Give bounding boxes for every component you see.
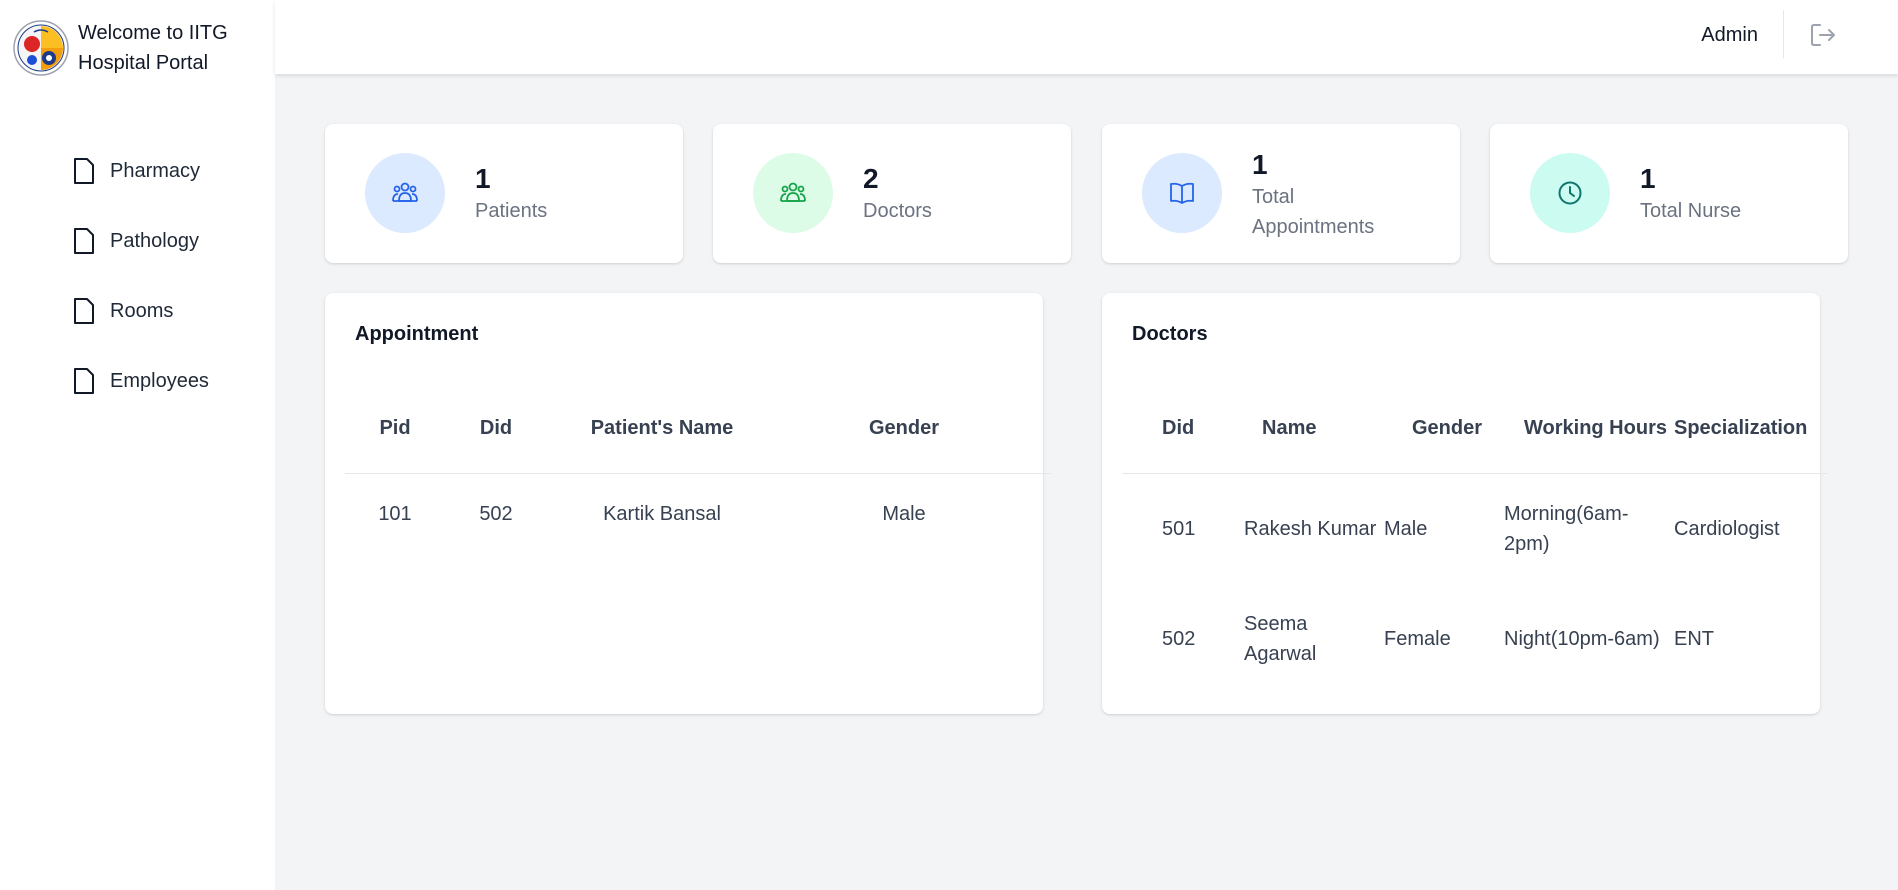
header-divider (1783, 10, 1784, 58)
sidebar-item-employees[interactable]: Employees (72, 346, 209, 416)
column-header-pid[interactable]: Pid (345, 408, 445, 448)
sidebar-item-label: Rooms (110, 299, 174, 322)
column-header-patient-name[interactable]: Patient's Name (547, 408, 777, 448)
stat-card-appointments: 1 Total Appointments (1102, 124, 1460, 263)
stat-value: 1 (1252, 149, 1268, 180)
table-row[interactable]: 502 Seema Agarwal Female Night(10pm-6am)… (1122, 609, 1808, 669)
stat-label: Patients (475, 200, 548, 222)
file-icon (74, 368, 94, 394)
cell-name: Seema Agarwal (1232, 609, 1382, 669)
file-icon (74, 228, 94, 254)
column-header-did[interactable]: Did (445, 408, 547, 448)
stat-label: Doctors (863, 200, 932, 222)
cell-name: Rakesh Kumar (1232, 499, 1382, 559)
stat-icon-circle (365, 153, 445, 233)
column-header-specialization[interactable]: Specialization (1674, 408, 1808, 448)
brand-title-line1: Welcome to IITG (78, 22, 228, 44)
stat-value: 1 (1640, 163, 1656, 194)
stat-text: 1 Total Appointments (1252, 148, 1374, 242)
file-icon (74, 298, 94, 324)
doctors-table-header: Did Name Gender Working Hours Specializa… (1122, 408, 1808, 448)
clock-icon (1558, 181, 1582, 205)
cell-patient-name: Kartik Bansal (603, 503, 721, 525)
cell-did: 502 (1162, 628, 1196, 650)
sidebar-item-label: Employees (110, 369, 209, 392)
brand-title: Welcome to IITG Hospital Portal (78, 18, 228, 78)
column-header-working-hours[interactable]: Working Hours (1504, 408, 1674, 448)
column-header-gender[interactable]: Gender (1382, 408, 1504, 448)
cell-hours-line2: 2pm) (1504, 533, 1550, 555)
stat-icon-circle (753, 153, 833, 233)
user-name[interactable]: Admin (1701, 24, 1758, 47)
cell-specialization: ENT (1674, 628, 1714, 650)
logout-icon[interactable] (1808, 20, 1838, 50)
stat-text: 1 Total Nurse (1640, 162, 1741, 226)
stat-icon-circle (1530, 153, 1610, 233)
panel-title: Doctors (1132, 323, 1208, 345)
sidebar-item-rooms[interactable]: Rooms (72, 276, 209, 346)
users-icon (780, 182, 806, 202)
stat-card-doctors: 2 Doctors (713, 124, 1071, 263)
users-icon (392, 182, 418, 202)
stat-card-patients: 1 Patients (325, 124, 683, 263)
stat-label: Total Nurse (1640, 200, 1742, 222)
cell-hours-line1: Morning(6am- (1504, 503, 1629, 525)
sidebar: Welcome to IITG Hospital Portal Pharmacy… (0, 0, 275, 890)
table-row[interactable]: 101 502 Kartik Bansal Male (345, 499, 1031, 529)
cell-working-hours: Night(10pm-6am) (1504, 609, 1674, 669)
table-row[interactable]: 501 Rakesh Kumar Male Morning(6am- 2pm) … (1122, 499, 1808, 559)
top-bar: Admin (275, 0, 1898, 74)
file-icon (74, 158, 94, 184)
cell-did: 501 (1162, 518, 1196, 540)
cell-pid: 101 (378, 503, 412, 525)
cell-did: 502 (479, 503, 513, 525)
cell-gender: Female (1384, 628, 1451, 650)
cell-name-line1: Rakesh Kumar (1244, 518, 1377, 540)
cell-hours-line1: Night(10pm-6am) (1504, 628, 1660, 650)
brand-title-line2: Hospital Portal (78, 52, 209, 74)
sidebar-item-label: Pharmacy (110, 159, 201, 182)
column-header-gender[interactable]: Gender (777, 408, 1031, 448)
stat-value: 2 (863, 163, 879, 194)
cell-gender: Male (1384, 518, 1428, 540)
stat-icon-circle (1142, 153, 1222, 233)
appointment-table-header: Pid Did Patient's Name Gender (345, 408, 1031, 448)
cell-name-line2: Agarwal (1244, 643, 1317, 665)
sidebar-nav: Pharmacy Pathology Rooms Employees (72, 136, 209, 416)
doctors-panel: Doctors Did Name Gender Working Hours Sp… (1102, 293, 1828, 714)
column-header-name[interactable]: Name (1232, 408, 1382, 448)
cell-name-line1: Seema (1244, 613, 1308, 635)
brand[interactable]: Welcome to IITG Hospital Portal (12, 14, 228, 82)
cell-specialization: Cardiologist (1674, 518, 1780, 540)
table-divider (345, 473, 1051, 474)
cell-working-hours: Morning(6am- 2pm) (1504, 499, 1674, 559)
book-icon (1170, 182, 1194, 204)
stat-text: 1 Patients (475, 162, 547, 226)
cell-gender: Male (882, 503, 926, 525)
stat-value: 1 (475, 163, 491, 194)
sidebar-item-pharmacy[interactable]: Pharmacy (72, 136, 209, 206)
stat-label-line1: Total (1252, 186, 1295, 208)
stat-label-line2: Appointments (1252, 216, 1375, 238)
sidebar-item-pathology[interactable]: Pathology (72, 206, 209, 276)
panel-title: Appointment (355, 323, 479, 345)
stat-text: 2 Doctors (863, 162, 932, 226)
iitg-logo-icon (13, 20, 69, 76)
stat-card-nurse: 1 Total Nurse (1490, 124, 1848, 263)
sidebar-item-label: Pathology (110, 229, 199, 252)
appointment-panel: Appointment Pid Did Patient's Name Gende… (325, 293, 1051, 714)
table-divider (1122, 473, 1828, 474)
column-header-did[interactable]: Did (1122, 408, 1232, 448)
